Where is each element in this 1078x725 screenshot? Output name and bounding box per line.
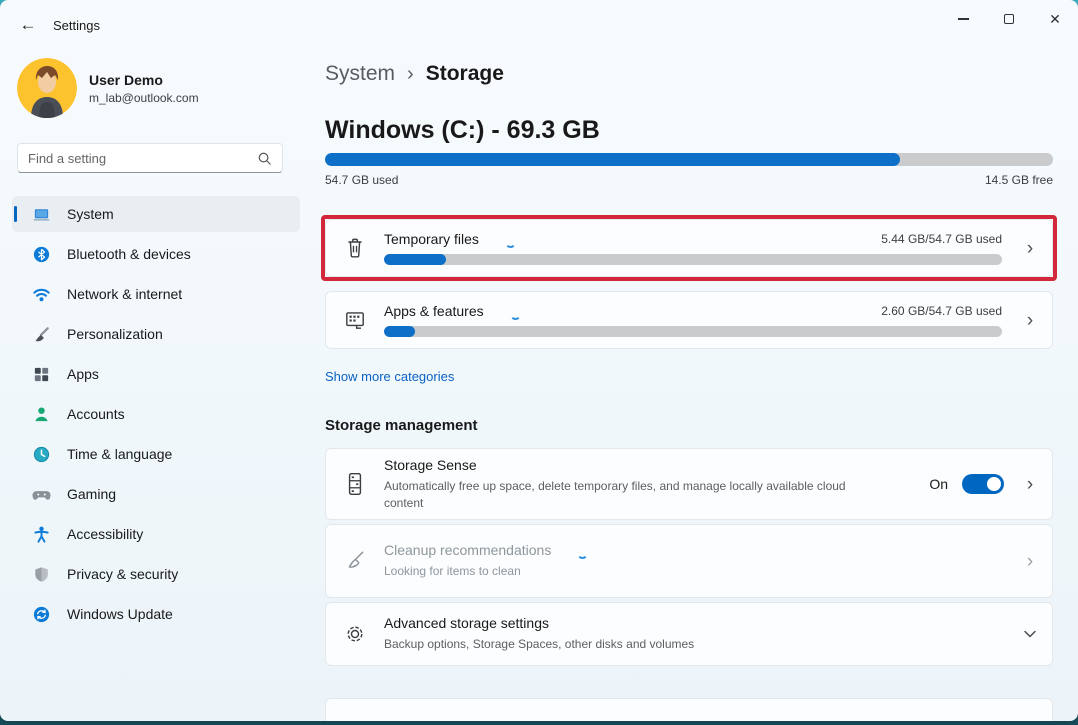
storage-management-heading: Storage management (325, 417, 478, 434)
gear-icon (343, 622, 367, 646)
drive-usage-bar (325, 153, 1053, 166)
sidebar-item-label: Accessibility (67, 526, 143, 542)
toggle-state-label: On (929, 476, 948, 492)
category-title: Temporary files (384, 231, 479, 247)
drive-title: Windows (C:) - 69.3 GB (325, 116, 600, 145)
main-content: System › Storage Windows (C:) - 69.3 GB … (325, 0, 1053, 721)
bluetooth-icon (32, 245, 51, 264)
category-title: Apps & features (384, 303, 484, 319)
chevron-down-icon[interactable] (1023, 629, 1037, 639)
sidebar-item-accessibility[interactable]: Accessibility (12, 516, 300, 552)
sidebar-item-label: System (67, 206, 114, 222)
sidebar-item-label: Network & internet (67, 286, 182, 302)
sidebar-item-bluetooth-devices[interactable]: Bluetooth & devices (12, 236, 300, 272)
apps-icon (32, 365, 51, 384)
sidebar-item-time-language[interactable]: Time & language (12, 436, 300, 472)
category-usage-bar (384, 254, 1002, 265)
sidebar-item-label: Personalization (67, 326, 163, 342)
category-value: 5.44 GB/54.7 GB used (881, 232, 1002, 246)
toggle-knob (987, 477, 1001, 491)
search-icon[interactable] (257, 151, 272, 166)
advanced-storage-settings-row[interactable]: Advanced storage settings Backup options… (325, 602, 1053, 666)
sidebar-item-privacy-security[interactable]: Privacy & security (12, 556, 300, 592)
category-row-apps-features[interactable]: Apps & features 2.60 GB/54.7 GB used › (325, 291, 1053, 349)
gamepad-icon (32, 485, 51, 504)
cleanup-recommendations-row[interactable]: Cleanup recommendations Looking for item… (325, 524, 1053, 598)
row-description: Looking for items to clean (384, 563, 854, 579)
avatar (17, 58, 77, 118)
loading-spinner-icon (577, 548, 588, 559)
row-title: Cleanup recommendations (384, 542, 551, 558)
sidebar-item-label: Privacy & security (67, 566, 178, 582)
sidebar-item-windows-update[interactable]: Windows Update (12, 596, 300, 632)
sidebar-item-apps[interactable]: Apps (12, 356, 300, 392)
system-icon (32, 205, 51, 224)
category-usage-fill (384, 326, 415, 337)
sidebar-item-system[interactable]: System (12, 196, 300, 232)
sidebar-nav: System Bluetooth & devices Network & int… (12, 196, 300, 636)
sidebar-item-accounts[interactable]: Accounts (12, 396, 300, 432)
sidebar-item-label: Accounts (67, 406, 125, 422)
chevron-right-icon[interactable]: › (1027, 311, 1033, 330)
partial-row[interactable] (325, 698, 1053, 721)
search-input[interactable] (28, 151, 257, 166)
storage-sense-row[interactable]: Storage Sense Automatically free up spac… (325, 448, 1053, 520)
category-value: 2.60 GB/54.7 GB used (881, 304, 1002, 318)
trash-icon (344, 236, 366, 260)
update-icon (32, 605, 51, 624)
storage-sense-icon (344, 471, 366, 497)
category-usage-bar (384, 326, 1002, 337)
show-more-categories-link[interactable]: Show more categories (325, 369, 454, 384)
drive-used-label: 54.7 GB used (325, 173, 398, 187)
storage-sense-toggle[interactable] (962, 474, 1004, 494)
accessibility-icon (32, 525, 51, 544)
back-icon[interactable]: ← (14, 12, 42, 38)
wifi-icon (32, 285, 51, 304)
sidebar-item-label: Windows Update (67, 606, 173, 622)
breadcrumb-current: Storage (426, 62, 504, 86)
drive-free-label: 14.5 GB free (985, 173, 1053, 187)
brush-icon (32, 325, 51, 344)
sidebar-item-label: Bluetooth & devices (67, 246, 191, 262)
row-title: Advanced storage settings (384, 615, 1008, 631)
row-title: Storage Sense (384, 457, 929, 473)
chevron-right-icon[interactable]: › (1027, 552, 1033, 571)
user-profile[interactable]: User Demo m_lab@outlook.com (17, 58, 199, 118)
clock-icon (32, 445, 51, 464)
window-title: Settings (53, 18, 100, 33)
apps-features-icon (343, 308, 367, 332)
sidebar-item-label: Apps (67, 366, 99, 382)
drive-usage-fill (325, 153, 900, 166)
chevron-right-icon[interactable]: › (1027, 475, 1033, 494)
broom-icon (343, 548, 367, 574)
user-email: m_lab@outlook.com (89, 91, 199, 105)
search-box[interactable] (17, 143, 283, 173)
sidebar-item-label: Gaming (67, 486, 116, 502)
chevron-right-icon[interactable]: › (1027, 239, 1033, 258)
sidebar-item-gaming[interactable]: Gaming (12, 476, 300, 512)
settings-window: ← Settings ✕ User Demo m_lab@outlook.com (0, 0, 1078, 721)
category-usage-fill (384, 254, 446, 265)
breadcrumb: System › Storage (325, 62, 504, 86)
user-name: User Demo (89, 72, 199, 88)
sidebar-item-network-internet[interactable]: Network & internet (12, 276, 300, 312)
loading-spinner-icon (510, 309, 521, 320)
row-description: Backup options, Storage Spaces, other di… (384, 636, 854, 652)
loading-spinner-icon (505, 237, 516, 248)
breadcrumb-parent[interactable]: System (325, 62, 395, 86)
row-description: Automatically free up space, delete temp… (384, 478, 854, 510)
shield-icon (32, 565, 51, 584)
sidebar-item-label: Time & language (67, 446, 172, 462)
category-row-temporary-files[interactable]: Temporary files 5.44 GB/54.7 GB used › (325, 219, 1053, 277)
sidebar-item-personalization[interactable]: Personalization (12, 316, 300, 352)
breadcrumb-separator-icon: › (407, 63, 414, 86)
accounts-icon (32, 405, 51, 424)
